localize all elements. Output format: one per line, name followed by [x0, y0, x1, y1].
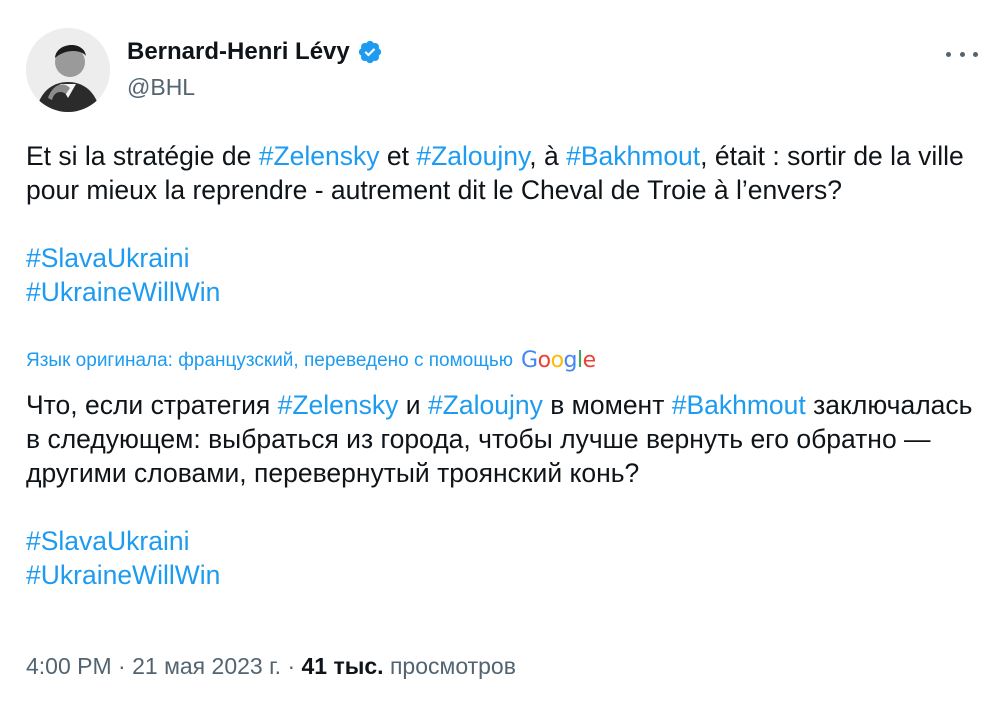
meta-separator: · [111, 653, 133, 679]
hashtag-link[interactable]: #Zelensky [278, 390, 399, 420]
meta-separator: · [281, 653, 302, 679]
tweet-text-original: Et si la stratégie de #Zelensky et #Zalo… [26, 139, 976, 309]
tweet-time[interactable]: 4:00 PM [26, 653, 112, 679]
original-paragraph: Et si la stratégie de #Zelensky et #Zalo… [26, 141, 964, 205]
tweet-text-translated: Что, если стратегия #Zelensky и #Zaloujn… [26, 388, 976, 592]
hashtag-link[interactable]: #SlavaUkraini [26, 524, 976, 558]
original-hashtags: #SlavaUkraini #UkraineWillWin [26, 241, 976, 309]
more-options-icon[interactable] [946, 48, 978, 60]
views-count: 41 тыс. [301, 653, 384, 679]
google-logo: Google [521, 348, 596, 373]
translated-paragraph: Что, если стратегия #Zelensky и #Zaloujn… [26, 390, 973, 488]
avatar[interactable] [26, 28, 110, 112]
author-handle[interactable]: @BHL [127, 74, 195, 101]
views-label: просмотров [383, 653, 516, 679]
author-name-text: Bernard-Henri Lévy [127, 38, 350, 65]
author-name[interactable]: Bernard-Henri Lévy [127, 38, 383, 66]
tweet-meta: 4:00 PM · 21 мая 2023 г. · 41 тыс. просм… [26, 653, 516, 680]
hashtag-link[interactable]: #Zelensky [259, 141, 380, 171]
translation-note[interactable]: Язык оригинала: французский, переведено … [26, 348, 596, 373]
translated-hashtags: #SlavaUkraini #UkraineWillWin [26, 524, 976, 592]
hashtag-link[interactable]: #Bakhmout [672, 390, 806, 420]
hashtag-link[interactable]: #Zaloujny [416, 141, 529, 171]
hashtag-link[interactable]: #UkraineWillWin [26, 558, 976, 592]
hashtag-link[interactable]: #UkraineWillWin [26, 275, 976, 309]
hashtag-link[interactable]: #SlavaUkraini [26, 241, 976, 275]
translation-note-label: Язык оригинала: французский, переведено … [26, 349, 514, 371]
hashtag-link[interactable]: #Zaloujny [428, 390, 543, 420]
tweet-date[interactable]: 21 мая 2023 г. [132, 653, 281, 679]
hashtag-link[interactable]: #Bakhmout [566, 141, 700, 171]
verified-badge-icon [358, 40, 381, 64]
avatar-photo-icon [26, 28, 110, 112]
tweet-card: Bernard-Henri Lévy @BHL Et si la stratég… [0, 0, 1000, 708]
